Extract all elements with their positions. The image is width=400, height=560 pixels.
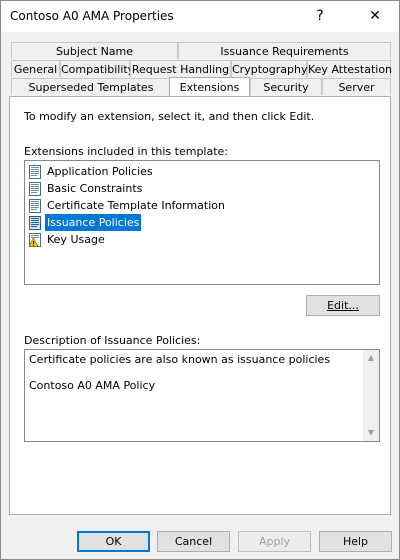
cancel-button[interactable]: Cancel [157,531,230,552]
description-scrollbar[interactable]: ▲ ▼ [363,350,379,441]
tab-compatibility[interactable]: Compatibility [60,60,134,77]
description-line: Contoso A0 AMA Policy [29,379,156,392]
instruction-text: To modify an extension, select it, and t… [24,110,315,123]
tab-request-handling[interactable]: Request Handling [130,60,231,77]
policy-extension-icon [28,181,42,196]
extensions-list-label: Extensions included in this template: [24,145,229,158]
close-button[interactable]: ✕ [352,1,398,32]
tab-server[interactable]: Server [322,78,391,95]
extensions-panel: To modify an extension, select it, and t… [9,96,391,515]
tab-issuance-requirements[interactable]: Issuance Requirements [178,42,391,59]
ok-button[interactable]: OK [77,531,150,552]
scroll-up-icon[interactable]: ▲ [363,350,379,366]
list-item[interactable]: Key Usage [28,231,107,248]
list-item-label: Key Usage [47,233,105,246]
policy-extension-icon [28,198,42,213]
window-title: Contoso A0 AMA Properties [10,9,174,23]
help-footer-button[interactable]: Help [319,531,392,552]
tab-key-attestation[interactable]: Key Attestation [307,60,392,77]
description-textbox[interactable]: Certificate policies are also known as i… [24,349,380,442]
description-label: Description of Issuance Policies: [24,334,201,347]
list-item[interactable]: Basic Constraints [28,180,144,197]
warning-extension-icon [28,232,42,247]
tab-security[interactable]: Security [250,78,322,95]
list-item-label: Certificate Template Information [47,199,225,212]
help-button[interactable]: ? [297,1,343,32]
list-item[interactable]: Application Policies [28,163,155,180]
list-item-label: Issuance Policies [43,213,143,232]
tab-subject-name[interactable]: Subject Name [11,42,178,59]
policy-extension-icon [28,164,42,179]
tab-general[interactable]: General [11,60,60,77]
list-item-label: Application Policies [47,165,153,178]
list-item[interactable]: Certificate Template Information [28,197,227,214]
list-item-selected[interactable]: Issuance Policies [28,213,143,232]
list-item-label: Basic Constraints [47,182,143,195]
scroll-down-icon[interactable]: ▼ [363,425,379,441]
title-bar: Contoso A0 AMA Properties ? ✕ [1,1,399,32]
tab-cryptography[interactable]: Cryptography [231,60,307,77]
apply-button[interactable]: Apply [238,531,311,552]
description-line: Certificate policies are also known as i… [29,353,331,366]
edit-button-label: Edit... [327,299,359,312]
policy-extension-icon [28,215,42,230]
tab-extensions[interactable]: Extensions [169,77,250,96]
extensions-listbox[interactable]: Application Policies Basic Constraints C… [24,160,380,285]
edit-button[interactable]: Edit... [306,295,380,316]
tab-superseded-templates[interactable]: Superseded Templates [11,78,171,95]
properties-dialog: Contoso A0 AMA Properties ? ✕ Subject Na… [0,0,400,560]
